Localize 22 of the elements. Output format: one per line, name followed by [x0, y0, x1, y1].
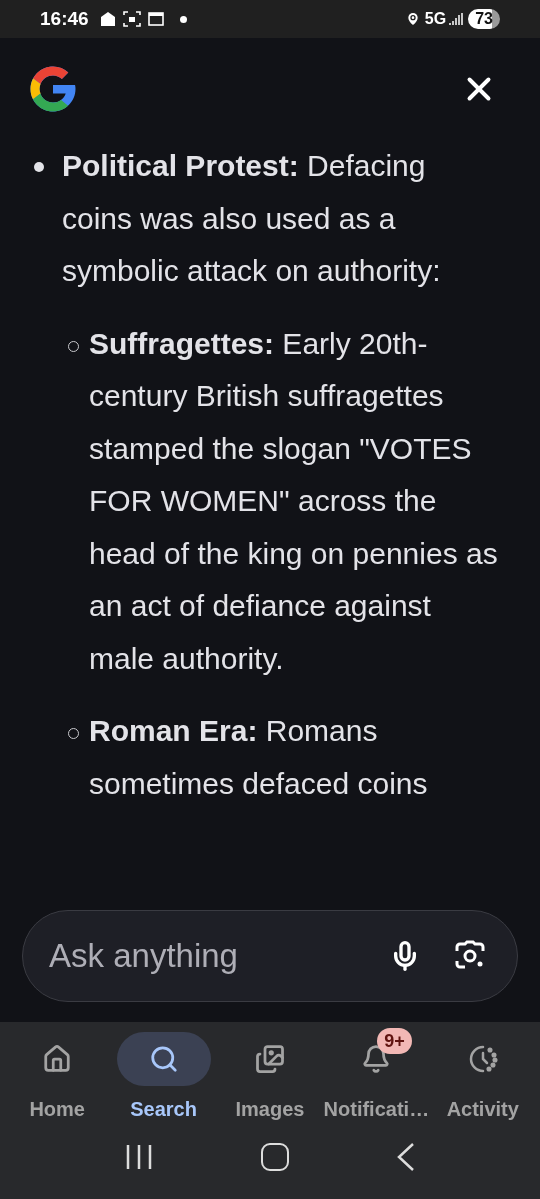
nav-tab[interactable]: Images [217, 1032, 322, 1124]
search-icon [148, 1044, 179, 1074]
home-icon [42, 1044, 73, 1074]
battery-indicator: 73 [468, 9, 500, 29]
ask-input[interactable]: Ask anything [49, 931, 389, 981]
clock: 16:46 [40, 6, 89, 31]
location-icon [404, 11, 421, 27]
home-button-icon[interactable] [261, 1143, 289, 1171]
calendar-icon [146, 10, 165, 28]
notification-badge: 9+ [377, 1028, 412, 1054]
screenshot-icon [121, 10, 142, 28]
signal-icon [449, 12, 464, 26]
network-type: 5G [424, 9, 447, 29]
nav-tab[interactable]: Home [5, 1032, 110, 1124]
nav-tab[interactable]: Activity [430, 1032, 535, 1124]
bullet-icon [34, 162, 44, 172]
answer-paragraph: Roman Era: Romans sometimes defaced coins [89, 713, 429, 802]
answer-paragraph: Political Protest: Defacing coins was also used as a symbolic attack on authority: [62, 148, 442, 289]
answer-paragraph: Suffragettes: Early 20th-century British suffragettes stamped the slogan "VOTES FOR WOMEN" across the head of the king on pennies as an act of defiance against male authority. [89, 325, 499, 677]
ask-field[interactable]: Ask anything [22, 910, 518, 1002]
clock-icon [467, 1044, 498, 1074]
images-icon [254, 1044, 285, 1074]
